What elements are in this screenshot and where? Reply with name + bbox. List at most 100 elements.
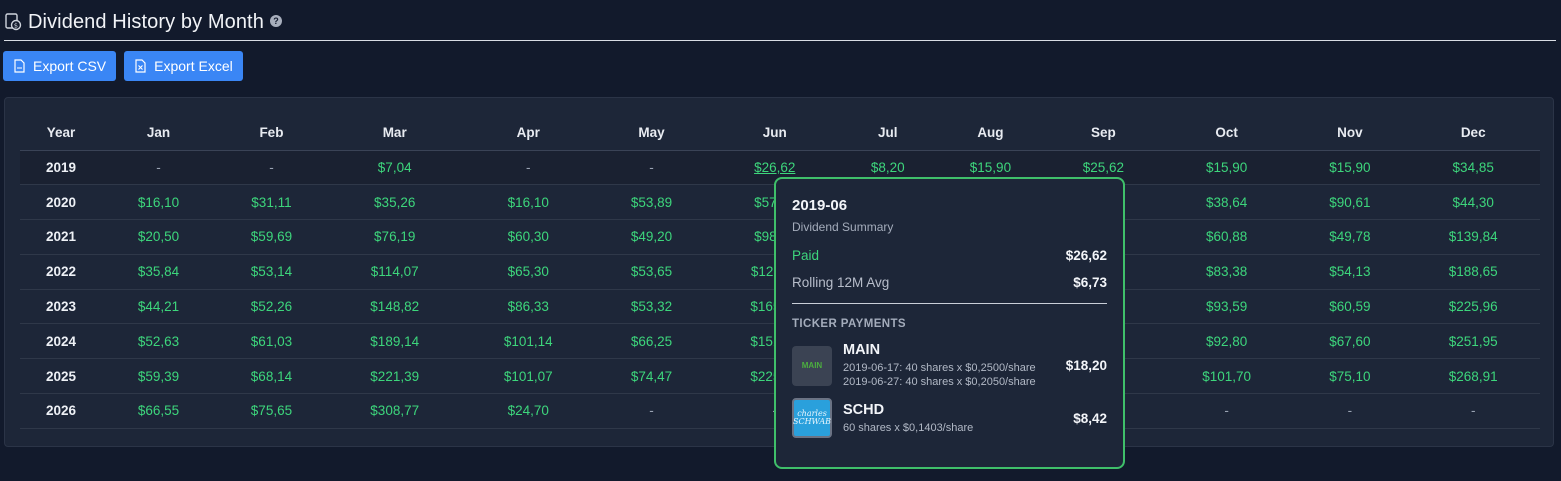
month-value: $26,62	[754, 159, 796, 175]
month-value-cell[interactable]: $16,10	[461, 184, 595, 221]
column-header: Jun	[707, 116, 842, 151]
ticker-payments-heading: TICKER PAYMENTS	[792, 318, 906, 330]
column-header: Aug	[933, 116, 1047, 151]
export-toolbar: Export CSV Export Excel	[3, 51, 243, 81]
month-value-cell[interactable]: $60,88	[1159, 219, 1294, 255]
rolling-avg-label: Rolling 12M Avg	[792, 275, 890, 290]
month-value-cell[interactable]: $35,26	[327, 184, 462, 221]
month-value: $49,78	[1329, 229, 1371, 245]
month-value-cell[interactable]: $68,14	[214, 358, 328, 395]
month-value: $101,70	[1202, 368, 1252, 384]
month-value-cell[interactable]: $189,14	[327, 323, 462, 360]
month-value-cell[interactable]: $60,30	[461, 219, 595, 255]
month-value-cell[interactable]: $66,25	[595, 323, 708, 360]
month-value-cell[interactable]: $86,33	[461, 289, 595, 325]
month-value: $53,89	[630, 194, 673, 210]
month-value-cell[interactable]: $268,91	[1406, 358, 1540, 395]
month-value-cell[interactable]: $114,07	[327, 254, 462, 290]
month-value-cell[interactable]: $53,65	[595, 254, 708, 290]
month-value: $90,61	[1329, 194, 1371, 210]
month-value: $35,84	[137, 264, 180, 280]
month-value: $49,20	[630, 229, 673, 245]
month-value: -	[1224, 403, 1229, 419]
month-value-cell[interactable]: $59,39	[102, 358, 215, 395]
month-value: $68,14	[250, 368, 293, 384]
month-value-cell[interactable]: $35,84	[102, 254, 215, 290]
payment-ticker: SCHD	[843, 401, 885, 418]
month-value: $53,14	[250, 264, 293, 280]
month-value-cell[interactable]: $67,60	[1293, 323, 1407, 360]
export-csv-button[interactable]: Export CSV	[3, 51, 117, 81]
month-value: $225,96	[1448, 299, 1498, 315]
month-value: $15,90	[969, 159, 1012, 175]
month-value-cell[interactable]: $31,11	[214, 184, 328, 221]
month-value: $251,95	[1448, 333, 1498, 349]
month-value-cell[interactable]: $188,65	[1406, 254, 1540, 290]
month-value: $16,10	[137, 194, 180, 210]
column-header: Mar	[327, 116, 462, 151]
month-value-cell[interactable]: $101,70	[1159, 358, 1294, 395]
month-value-cell[interactable]: $53,89	[595, 184, 708, 221]
month-value-cell[interactable]: $49,20	[595, 219, 708, 255]
column-header: Apr	[461, 116, 595, 151]
month-value-cell[interactable]: $139,84	[1406, 219, 1540, 255]
month-value-cell[interactable]: $38,64	[1159, 184, 1294, 221]
month-value-cell[interactable]: $66,55	[102, 393, 215, 429]
month-value-cell[interactable]: $101,07	[461, 358, 595, 395]
month-value-cell[interactable]: $61,03	[214, 323, 328, 360]
money-document-icon: $	[5, 13, 22, 31]
month-value-cell[interactable]: $148,82	[327, 289, 462, 325]
paid-value: $26,62	[1065, 248, 1107, 263]
month-value-cell: -	[595, 150, 708, 186]
month-value: $15,90	[1206, 159, 1248, 175]
month-value-cell[interactable]: $74,47	[595, 358, 708, 395]
month-value-cell[interactable]: $221,39	[327, 358, 462, 395]
month-value-cell[interactable]: $49,78	[1293, 219, 1407, 255]
month-value-cell[interactable]: $60,59	[1293, 289, 1407, 325]
month-value-cell[interactable]: $101,14	[461, 323, 595, 360]
month-value-cell[interactable]: $251,95	[1406, 323, 1540, 360]
month-value-cell[interactable]: $225,96	[1406, 289, 1540, 325]
month-value-cell[interactable]: $54,13	[1293, 254, 1407, 290]
month-value-cell[interactable]: $7,04	[327, 150, 462, 186]
month-value-cell[interactable]: $16,10	[102, 184, 215, 221]
csv-file-icon	[14, 59, 25, 73]
month-value-cell[interactable]: $92,80	[1159, 323, 1294, 360]
month-value: -	[649, 159, 654, 175]
month-value-cell[interactable]: $34,85	[1406, 150, 1540, 186]
year-cell: 2019	[20, 150, 102, 186]
month-value-cell[interactable]: $24,70	[461, 393, 595, 429]
month-value-cell[interactable]: $93,59	[1159, 289, 1294, 325]
month-value: -	[1347, 403, 1353, 419]
month-value: $59,39	[137, 368, 180, 384]
month-value-cell[interactable]: $308,77	[327, 393, 462, 429]
month-value: $16,10	[507, 194, 549, 210]
month-value-cell[interactable]: $76,19	[327, 219, 462, 255]
month-value-cell[interactable]: $59,69	[214, 219, 328, 255]
month-value-cell[interactable]: $53,14	[214, 254, 328, 290]
help-icon[interactable]: ?	[269, 15, 282, 27]
month-value-cell[interactable]: $83,38	[1159, 254, 1294, 290]
excel-file-icon	[135, 59, 146, 73]
month-value: $76,19	[374, 229, 416, 245]
month-value-cell[interactable]: $90,61	[1293, 184, 1407, 221]
year-cell: 2022	[20, 254, 102, 290]
month-value-cell[interactable]: $15,90	[1293, 150, 1407, 186]
month-value-cell[interactable]: $75,10	[1293, 358, 1407, 395]
month-value: $92,80	[1206, 333, 1248, 349]
export-excel-button[interactable]: Export Excel	[124, 51, 243, 81]
rolling-avg-row: Rolling 12M Avg $6,73	[792, 275, 1107, 290]
month-value-cell[interactable]: $65,30	[461, 254, 595, 290]
month-value-cell[interactable]: $15,90	[1159, 150, 1294, 186]
month-value-cell[interactable]: $20,50	[102, 219, 215, 255]
payment-body: MAIN 2019-06-17: 40 shares x $0,2500/sha…	[843, 342, 1066, 389]
month-value-cell[interactable]: $44,21	[102, 289, 215, 325]
month-value: $8,20	[870, 159, 905, 175]
page-header: $ Dividend History by Month ?	[4, 8, 1556, 41]
month-value-cell[interactable]: $52,26	[214, 289, 328, 325]
month-value-cell[interactable]: $75,65	[214, 393, 328, 429]
month-value: $34,85	[1452, 159, 1494, 175]
month-value-cell[interactable]: $53,32	[595, 289, 708, 325]
month-value-cell[interactable]: $52,63	[102, 323, 215, 360]
month-value-cell[interactable]: $44,30	[1406, 184, 1540, 221]
